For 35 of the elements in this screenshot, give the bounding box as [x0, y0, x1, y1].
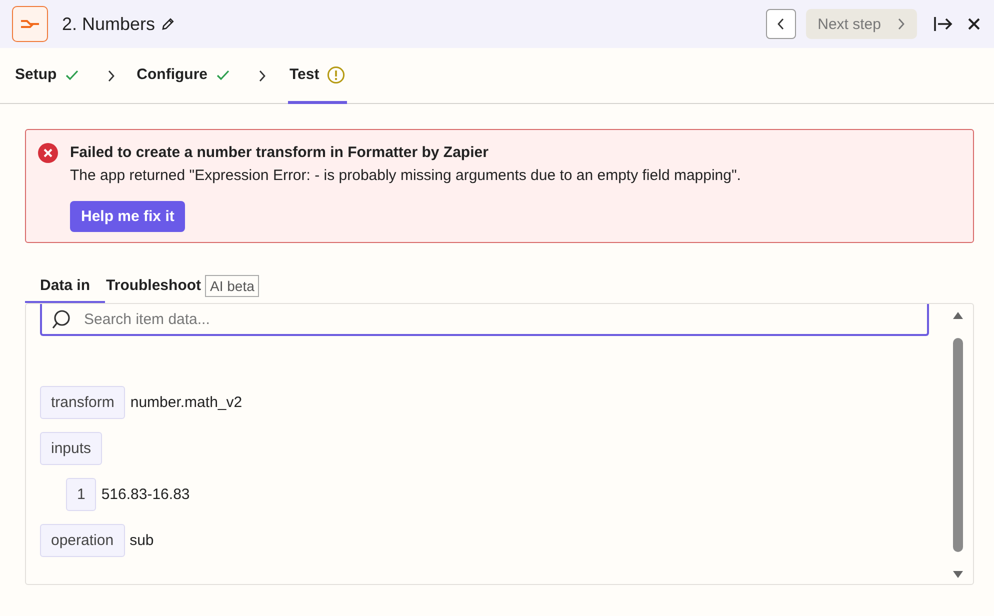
edit-pencil-icon[interactable] — [161, 17, 176, 31]
alert-title: Failed to create a number transform in Formatter by Zapier — [70, 144, 490, 161]
step-tab[interactable]: Configure — [136, 48, 230, 104]
beta-badge: AI beta — [205, 275, 260, 297]
field-value: 516.83-16.83 — [101, 486, 190, 503]
help-fix-button[interactable]: Help me fix it — [70, 201, 186, 232]
data-tab[interactable]: Troubleshoot — [105, 269, 206, 303]
chevron-icon — [106, 70, 115, 82]
app-logo-icon — [12, 6, 48, 42]
collapse-panel-icon[interactable] — [933, 16, 953, 32]
step-title: 2. Numbers — [62, 14, 156, 34]
step-tab[interactable]: Test — [288, 48, 348, 104]
field-value: sub — [130, 532, 154, 549]
data-tab[interactable]: Data in — [25, 269, 106, 303]
error-icon — [38, 143, 58, 163]
search-icon — [50, 309, 72, 331]
search-field[interactable]: Search item data... — [40, 304, 929, 336]
field-value: number.math_v2 — [130, 394, 242, 411]
field-key: transform — [40, 386, 126, 419]
scroll-down-icon[interactable] — [952, 570, 964, 580]
check-icon — [216, 68, 230, 80]
field-key: operation — [40, 524, 125, 557]
close-icon[interactable] — [967, 17, 981, 31]
check-icon — [64, 68, 79, 80]
chevron-right-icon — [897, 18, 905, 30]
warning-icon — [327, 66, 346, 84]
field-key: 1 — [66, 478, 96, 511]
previous-button[interactable] — [766, 9, 796, 39]
scroll-up-icon[interactable] — [952, 310, 964, 320]
chevron-icon — [258, 70, 266, 82]
alert-message: The app returned "Expression Error: - is probably missing arguments due to an empty field mapping". — [70, 167, 741, 184]
field-key: inputs — [40, 432, 102, 465]
step-tab[interactable]: Setup — [15, 48, 79, 104]
next-step-button[interactable]: Next step — [806, 9, 917, 39]
chevron-left-icon — [776, 18, 785, 30]
